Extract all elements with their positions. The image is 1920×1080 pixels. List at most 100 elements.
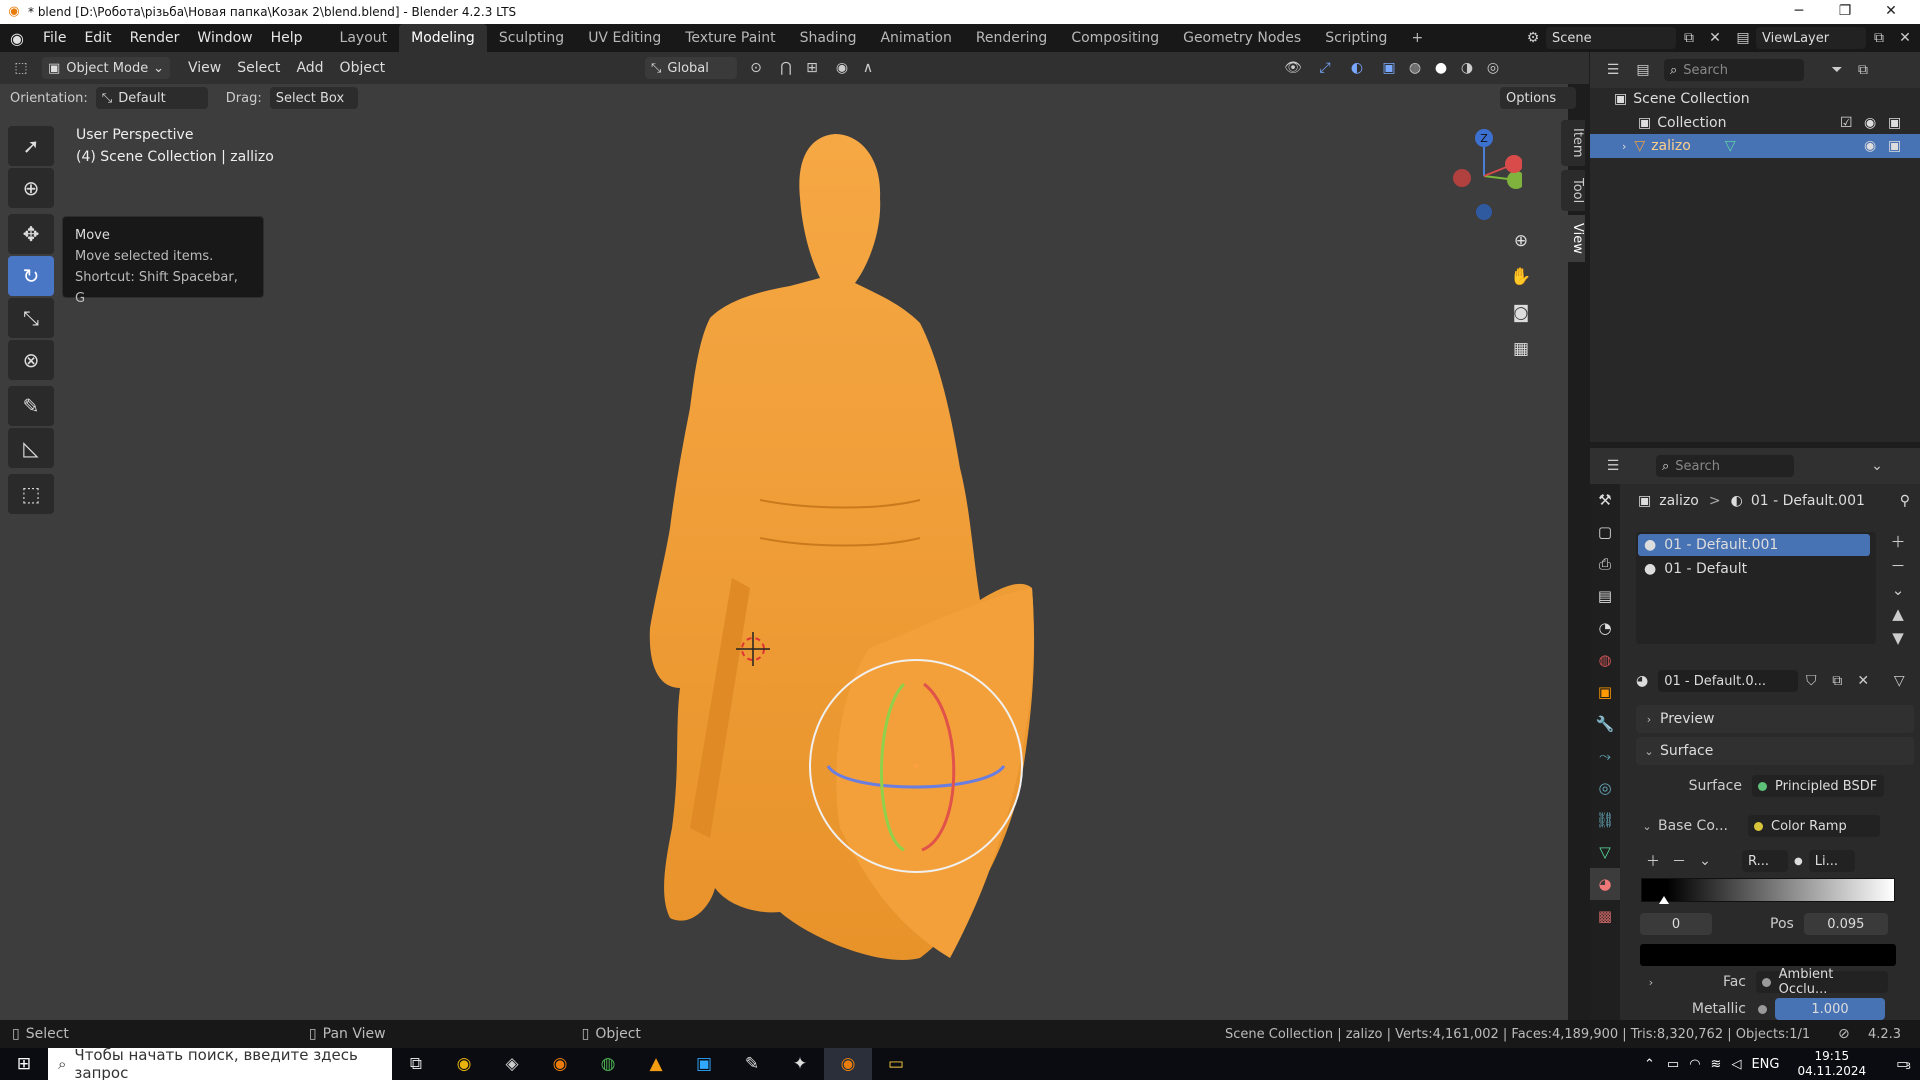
blender-app-icon[interactable]: ◉: [536, 1048, 584, 1080]
network-tray-icon[interactable]: ◠: [1689, 1057, 1700, 1072]
material-shading-icon[interactable]: ◑: [1454, 57, 1480, 79]
rendered-shading-icon[interactable]: ◎: [1480, 57, 1506, 79]
remove-stop-icon[interactable]: －: [1666, 850, 1692, 872]
texture-tab-icon[interactable]: ▩: [1590, 900, 1620, 932]
menu-help[interactable]: Help: [262, 24, 312, 52]
menu-add[interactable]: Add: [288, 57, 331, 79]
menu-file[interactable]: File: [34, 24, 75, 52]
object-tab-icon[interactable]: ▣: [1590, 676, 1620, 708]
filter-icon[interactable]: ⏷: [1824, 59, 1850, 81]
volume-icon[interactable]: ◁: [1731, 1057, 1741, 1072]
material-slot-item[interactable]: ● 01 - Default: [1638, 558, 1870, 580]
device-icon[interactable]: ▭: [1667, 1057, 1679, 1072]
world-tab-icon[interactable]: ◍: [1590, 644, 1620, 676]
camera-icon[interactable]: ◙: [1506, 298, 1536, 328]
utorrent-icon[interactable]: ◍: [584, 1048, 632, 1080]
maximize-button[interactable]: ❐: [1822, 0, 1868, 24]
delete-scene-icon[interactable]: ✕: [1702, 27, 1728, 49]
zoom-icon[interactable]: ⊕: [1506, 226, 1536, 256]
drag-dropdown[interactable]: Select Box: [269, 87, 358, 109]
slot-menu-icon[interactable]: ⌄: [1886, 578, 1910, 602]
tab-shading[interactable]: Shading: [788, 24, 869, 52]
viewlayer-selector[interactable]: ViewLayer: [1756, 27, 1866, 49]
tab-animation[interactable]: Animation: [868, 24, 963, 52]
material-browse-icon[interactable]: ◕: [1636, 673, 1648, 689]
data-tab-icon[interactable]: ▽: [1590, 836, 1620, 868]
surface-panel-header[interactable]: ⌄ Surface: [1636, 737, 1914, 765]
material-slot-item[interactable]: ● 01 - Default.001: [1638, 534, 1870, 556]
tab-scripting[interactable]: Scripting: [1313, 24, 1399, 52]
view-layer-tab-icon[interactable]: ▤: [1590, 580, 1620, 612]
properties-editor-icon[interactable]: ☰: [1600, 455, 1626, 477]
pan-hand-icon[interactable]: ✋: [1506, 262, 1536, 292]
menu-select[interactable]: Select: [229, 57, 288, 79]
task-view-icon[interactable]: ⧉: [392, 1048, 440, 1080]
outliner-row-zalizo[interactable]: › ▽ zalizo ▽ ◉ ▣: [1590, 134, 1920, 158]
blender-active-icon[interactable]: ◉: [824, 1048, 872, 1080]
outliner-row-collection[interactable]: ▣ Collection ☑ ◉ ▣: [1590, 111, 1920, 135]
snap-target-icon[interactable]: ⊞: [799, 57, 825, 79]
tab-item[interactable]: Item: [1561, 120, 1585, 166]
eye-icon[interactable]: ◉: [1864, 115, 1876, 131]
pin-icon[interactable]: ⚲: [1900, 493, 1910, 509]
editor-type-icon[interactable]: ⬚: [8, 57, 34, 79]
windows-start-icon[interactable]: ⊞: [0, 1048, 48, 1080]
minimize-button[interactable]: ─: [1776, 0, 1822, 24]
clock[interactable]: 19:15 04.11.2024: [1797, 1049, 1866, 1079]
falloff-icon[interactable]: ∧: [855, 57, 881, 79]
stop-position-field[interactable]: 0.095: [1803, 913, 1888, 935]
add-slot-icon[interactable]: ＋: [1886, 530, 1910, 554]
grid-view-icon[interactable]: ▦: [1506, 334, 1536, 364]
menu-render[interactable]: Render: [121, 24, 189, 52]
file-explorer-icon[interactable]: ▭: [872, 1048, 920, 1080]
mode-selector[interactable]: ▣ Object Mode ⌄: [42, 57, 170, 79]
photoshop-icon[interactable]: ▣: [680, 1048, 728, 1080]
tab-sculpting[interactable]: Sculpting: [487, 24, 576, 52]
new-collection-icon[interactable]: ⧉: [1850, 59, 1876, 81]
navigation-gizmo[interactable]: Z: [1446, 126, 1522, 226]
snap-icon[interactable]: ⋂: [773, 57, 799, 79]
scene-selector[interactable]: Scene: [1546, 27, 1676, 49]
new-viewlayer-icon[interactable]: ⧉: [1866, 27, 1892, 49]
language-indicator[interactable]: ENG: [1751, 1057, 1779, 1072]
link-type-icon[interactable]: ▽: [1886, 670, 1912, 692]
blender-menu-icon[interactable]: ◉: [0, 29, 34, 48]
chrome-icon[interactable]: ◉: [440, 1048, 488, 1080]
base-color-input-field[interactable]: Color Ramp: [1748, 815, 1880, 837]
tool-tab-icon[interactable]: ⚒: [1590, 484, 1620, 516]
add-cube-tool[interactable]: ⬚: [8, 474, 54, 514]
visibility-icon[interactable]: 👁: [1280, 57, 1306, 79]
move-tool[interactable]: ✥: [8, 214, 54, 254]
chevron-down-icon[interactable]: ⌄: [1640, 820, 1654, 833]
select-box-tool[interactable]: ➚: [8, 126, 54, 166]
measure-tool[interactable]: ◺: [8, 428, 54, 468]
unlink-material-icon[interactable]: ✕: [1850, 670, 1876, 692]
rotate-gizmo[interactable]: [804, 654, 1028, 878]
tab-geometry-nodes[interactable]: Geometry Nodes: [1171, 24, 1313, 52]
chevron-right-icon[interactable]: ›: [1644, 976, 1658, 989]
outliner-editor-icon[interactable]: ☰: [1600, 59, 1626, 81]
remove-slot-icon[interactable]: －: [1886, 554, 1910, 578]
transform-orientation-selector[interactable]: ⤡ Global: [645, 57, 737, 79]
wifi-icon[interactable]: ≋: [1711, 1057, 1722, 1072]
wireframe-shading-icon[interactable]: ◍: [1402, 57, 1428, 79]
move-down-icon[interactable]: ▼: [1886, 626, 1910, 650]
checkbox-icon[interactable]: ☑: [1840, 115, 1853, 131]
rotate-tool[interactable]: ↻: [8, 256, 54, 296]
gizmo-toggle-icon[interactable]: ⤢: [1312, 57, 1338, 79]
fake-user-icon[interactable]: ⛉: [1798, 670, 1824, 692]
close-button[interactable]: ✕: [1868, 0, 1914, 24]
menu-edit[interactable]: Edit: [75, 24, 120, 52]
tab-layout[interactable]: Layout: [328, 24, 400, 52]
taskbar-search[interactable]: ⌕ Чтобы начать поиск, введите здесь запр…: [48, 1046, 392, 1080]
tab-view[interactable]: View: [1561, 214, 1585, 262]
menu-view[interactable]: View: [180, 57, 229, 79]
stop-index-field[interactable]: 0: [1640, 913, 1712, 935]
metallic-slider[interactable]: 1.000: [1775, 998, 1885, 1020]
scale-tool[interactable]: ⤡: [8, 298, 54, 338]
preview-panel-header[interactable]: › Preview: [1636, 705, 1914, 733]
notification-icon[interactable]: ▭ 3: [1896, 1057, 1911, 1072]
outliner-search[interactable]: ⌕ Search: [1664, 59, 1804, 81]
tab-tool[interactable]: Tool: [1561, 169, 1585, 211]
ramp-stop-handle[interactable]: [1659, 896, 1669, 904]
